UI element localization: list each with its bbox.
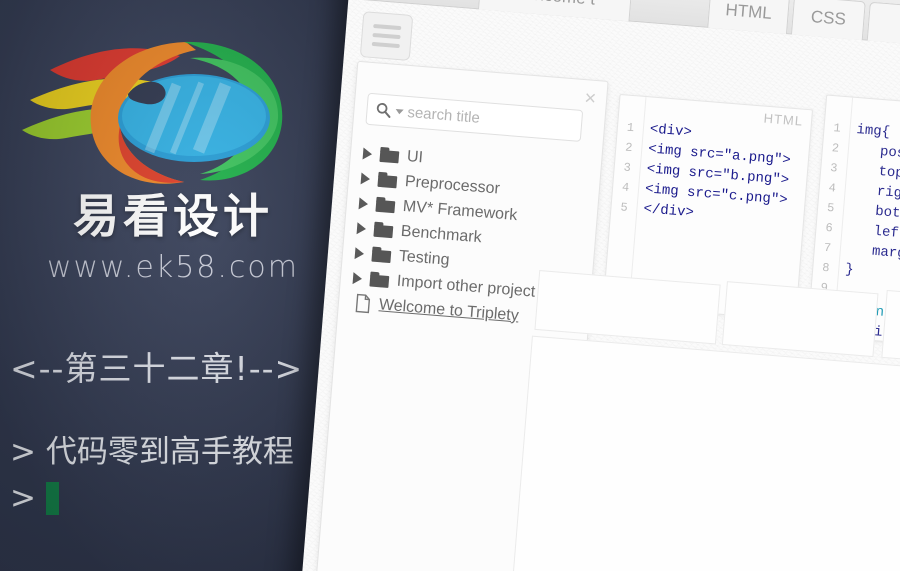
chevron-down-icon[interactable]: [395, 108, 404, 115]
tab-html[interactable]: HTML: [707, 0, 791, 35]
editor-window-clip: Welcome t HTML CSS × sea: [0, 0, 900, 571]
tab-welcome[interactable]: Welcome t: [477, 0, 633, 22]
chevron-right-icon[interactable]: [360, 171, 371, 185]
file-tree-label: Benchmark: [400, 222, 483, 246]
folder-icon: [373, 222, 393, 238]
hamburger-bar: [372, 32, 401, 40]
close-icon[interactable]: ×: [584, 87, 597, 110]
line-number: 1: [832, 121, 842, 136]
screenshot-root: 易看设计 www.ek58.com <--第三十二章!--> > 代码零到高手教…: [0, 0, 900, 571]
hamburger-bar: [371, 41, 400, 49]
line-number: 3: [623, 160, 632, 176]
preview-frame-main: [506, 335, 900, 571]
folder-icon: [379, 147, 399, 163]
line-number: 2: [831, 141, 840, 156]
line-number: 7: [823, 240, 832, 256]
html-code[interactable]: <div> <img src="a.png"> <img src="b.png"> <…: [643, 98, 812, 232]
tab-css[interactable]: CSS: [790, 0, 866, 41]
preview-frame: [721, 281, 879, 358]
line-number: 2: [624, 140, 633, 156]
folder-icon: [375, 197, 395, 213]
tab-extra[interactable]: [866, 1, 900, 47]
window-titlebar: Welcome t HTML CSS: [348, 0, 900, 60]
hamburger-icon[interactable]: [359, 11, 414, 61]
file-tree-label: Testing: [398, 247, 451, 269]
chevron-right-icon[interactable]: [352, 271, 363, 285]
folder-icon: [377, 172, 397, 188]
line-number: 8: [821, 260, 830, 276]
line-number: 1: [626, 120, 635, 136]
search-placeholder: search title: [406, 103, 481, 127]
line-number: 4: [828, 181, 837, 196]
chevron-right-icon[interactable]: [354, 246, 365, 260]
search-input[interactable]: search title: [365, 92, 584, 142]
chevron-right-icon[interactable]: [358, 196, 369, 210]
line-number: 3: [829, 161, 839, 176]
html-line-numbers: 1 2 3 4 5: [603, 94, 647, 307]
line-number: 4: [621, 180, 630, 195]
chevron-right-icon[interactable]: [362, 147, 373, 160]
line-number: 5: [826, 200, 835, 216]
hamburger-bar: [373, 23, 402, 31]
line-number: 5: [619, 200, 629, 215]
chevron-right-icon[interactable]: [356, 221, 367, 235]
document-icon: [354, 293, 371, 314]
line-number: 6: [824, 220, 834, 236]
editor-window: Welcome t HTML CSS × sea: [295, 0, 900, 571]
folder-icon: [369, 272, 389, 288]
search-icon: [376, 103, 391, 118]
folder-icon: [371, 247, 391, 263]
file-tree-label: UI: [406, 147, 424, 166]
